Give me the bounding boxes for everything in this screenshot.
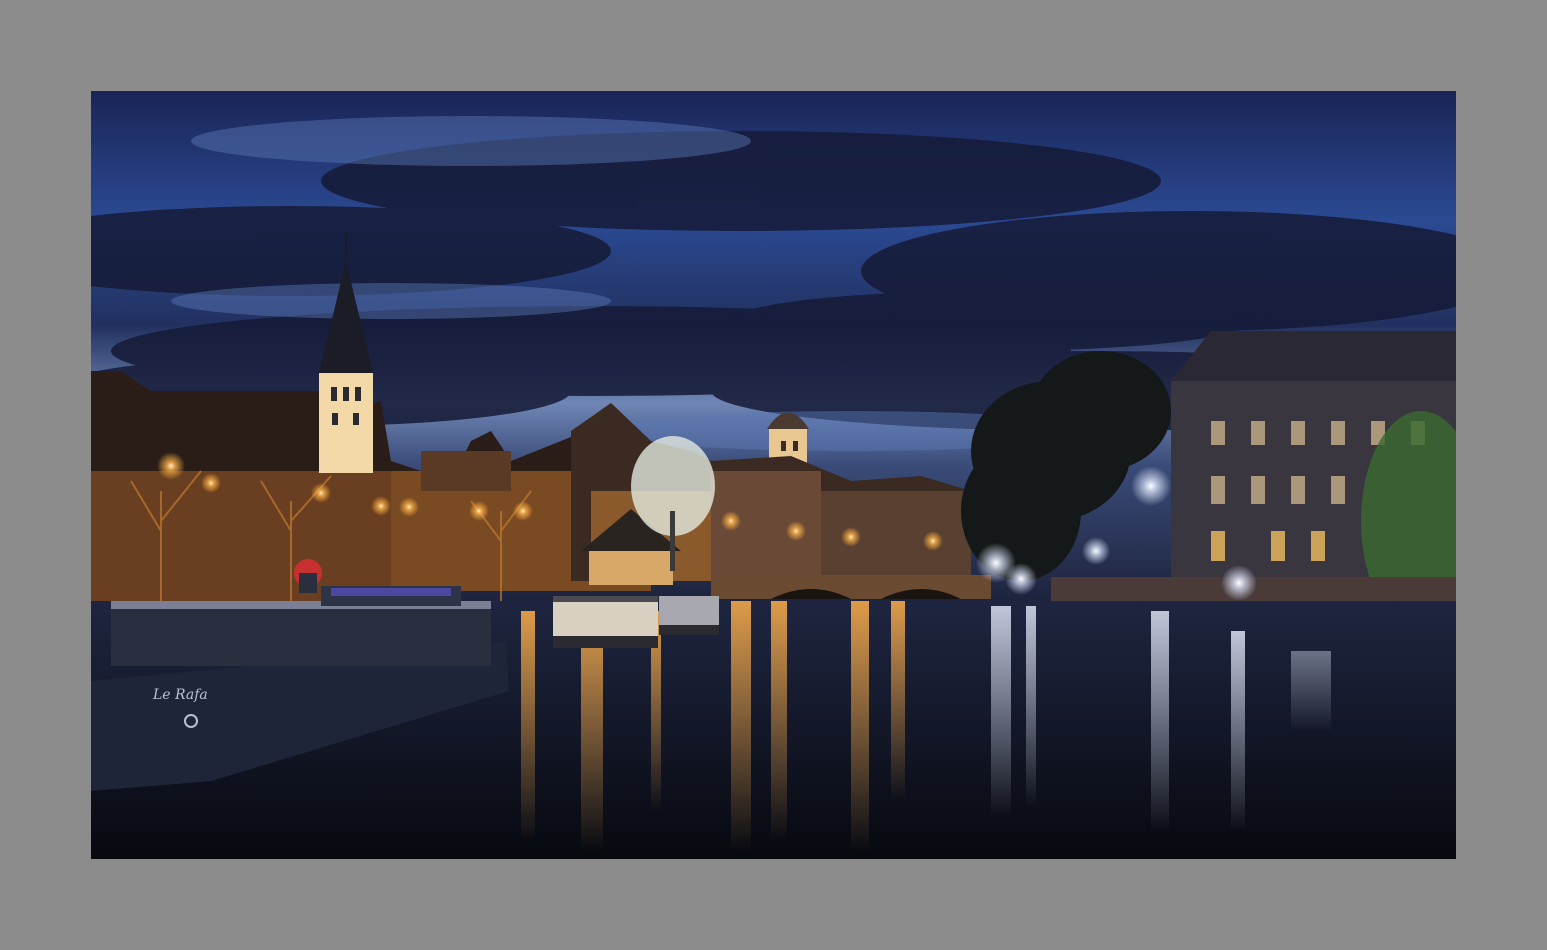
small-boat-2 [659,596,719,635]
small-boat-1 [553,596,658,648]
photo-canvas: Le Rafa [91,91,1456,859]
bridge [711,575,991,599]
night-river-scene: Le Rafa [91,91,1456,859]
boat-name: Le Rafa [152,687,208,703]
picture-frame: Le Rafa [0,0,1547,950]
